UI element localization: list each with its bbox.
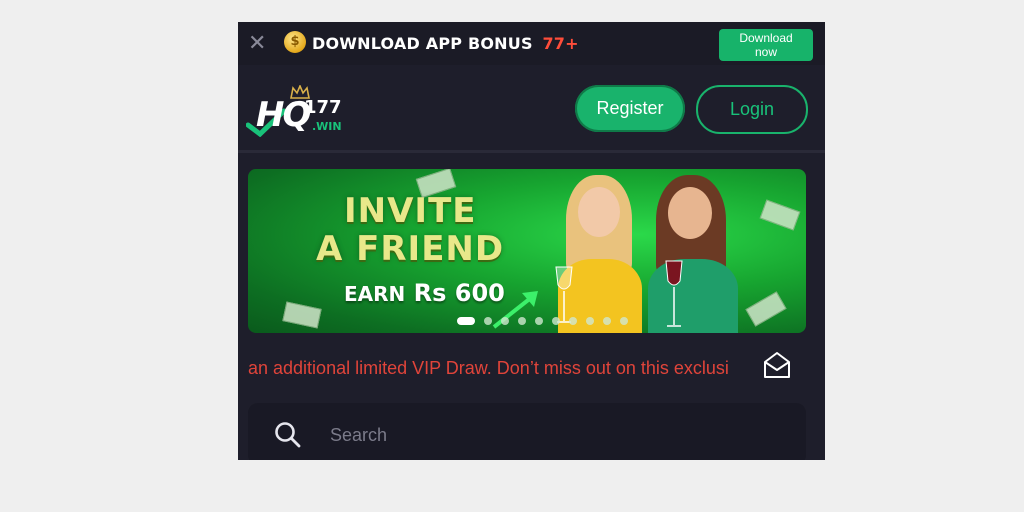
carousel-dot[interactable] — [483, 317, 492, 325]
promo-banner-carousel[interactable]: INVITE A FRIEND EARN Rs 600 — [248, 169, 806, 333]
carousel-pagination — [248, 317, 806, 327]
mobile-site-viewport: ✕ $ DOWNLOAD APP BONUS 77+ Download now … — [238, 22, 825, 460]
banner-earn-offer: EARN Rs 600 — [344, 279, 505, 307]
download-app-bar: ✕ $ DOWNLOAD APP BONUS 77+ Download now — [238, 22, 825, 65]
carousel-dot[interactable] — [551, 317, 560, 325]
carousel-dot[interactable] — [568, 317, 577, 325]
site-logo[interactable]: HQ 177 .WIN — [246, 85, 358, 143]
wine-glass-icon — [555, 266, 573, 323]
login-button[interactable]: Login — [696, 85, 808, 134]
carousel-dot[interactable] — [517, 317, 526, 325]
banner-headline-line2: A FRIEND — [316, 229, 505, 269]
download-now-label: Download now — [739, 31, 793, 59]
download-app-text: DOWNLOAD APP — [312, 34, 463, 53]
bonus-value: 77+ — [542, 34, 579, 53]
logo-hq-text: HQ — [256, 95, 311, 135]
carousel-dot[interactable] — [602, 317, 611, 325]
coin-icon: $ — [284, 31, 306, 53]
earn-amount: 600 — [454, 279, 505, 307]
site-header: HQ 177 .WIN Register Login — [238, 65, 825, 150]
carousel-dot[interactable] — [585, 317, 594, 325]
earn-label: EARN — [344, 282, 406, 306]
announcement-text: an additional limited VIP Draw. Don’t mi… — [248, 358, 729, 378]
download-now-button[interactable]: Download now — [719, 29, 813, 61]
bonus-text: BONUS — [467, 34, 533, 53]
carousel-dot[interactable] — [500, 317, 509, 325]
announcement-marquee: an additional limited VIP Draw. Don’t mi… — [248, 355, 750, 381]
mail-icon[interactable] — [761, 349, 793, 381]
carousel-dot[interactable] — [456, 317, 475, 325]
download-app-promo: DOWNLOAD APP BONUS 77+ — [312, 34, 579, 53]
earn-currency: Rs — [413, 279, 447, 307]
banner-people-illustration — [548, 169, 758, 333]
cash-bill-decoration — [759, 199, 801, 231]
register-button[interactable]: Register — [575, 85, 685, 132]
close-icon[interactable]: ✕ — [248, 32, 266, 54]
search-icon[interactable] — [274, 421, 302, 449]
logo-number-text: 177 — [304, 97, 342, 118]
search-input[interactable] — [328, 419, 792, 451]
carousel-dot[interactable] — [534, 317, 543, 325]
header-divider — [238, 150, 825, 153]
logo-domain-text: .WIN — [312, 120, 342, 133]
banner-headline-line1: INVITE — [344, 191, 477, 231]
search-bar — [248, 403, 806, 460]
carousel-dot[interactable] — [619, 317, 628, 325]
